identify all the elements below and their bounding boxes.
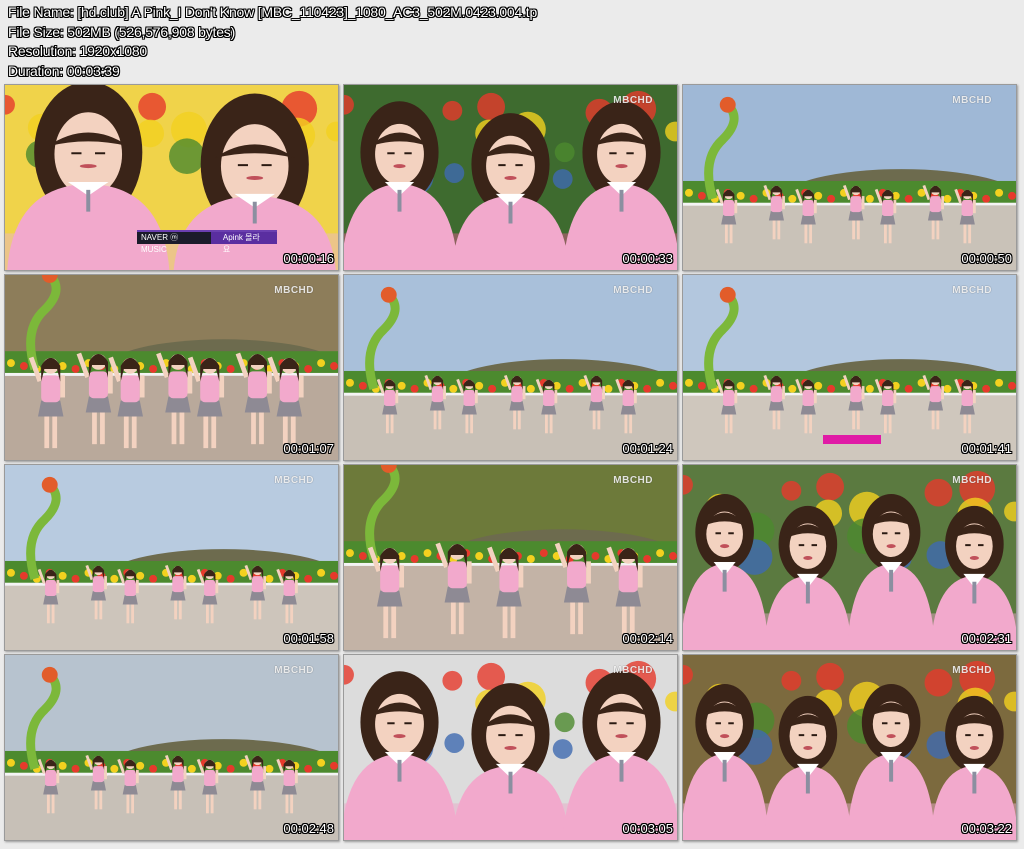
thumbnail-grid: NAVER ⓜ MUSIC Apink 몰라요 00:00:16 MBCHD 00:00… bbox=[4, 84, 1017, 841]
thumbnail-frame-image bbox=[683, 655, 1016, 840]
file-info-panel: File Name: [hd.club] A Pink_I Don't Know… bbox=[8, 3, 537, 81]
caption-left-text: NAVER ⓜ MUSIC bbox=[141, 233, 179, 254]
video-thumbnail[interactable]: MBCHD 00:01:41 bbox=[682, 274, 1017, 461]
thumbnail-timestamp: 00:03:05 bbox=[622, 821, 673, 836]
thumbnail-timestamp: 00:00:16 bbox=[283, 251, 334, 266]
thumbnail-timestamp: 00:00:33 bbox=[622, 251, 673, 266]
thumbnail-frame-image bbox=[5, 655, 338, 840]
caption-right-text: Apink 몰라요 bbox=[210, 232, 277, 254]
broadcaster-logo: MBCHD bbox=[952, 285, 992, 296]
video-thumbnail[interactable]: MBCHD 00:00:50 bbox=[682, 84, 1017, 271]
video-thumbnail[interactable]: MBCHD 00:01:24 bbox=[343, 274, 678, 461]
thumbnail-frame-image bbox=[5, 465, 338, 650]
thumbnail-timestamp: 00:01:58 bbox=[283, 631, 334, 646]
broadcaster-logo: MBCHD bbox=[274, 475, 314, 486]
thumbnail-timestamp: 00:00:50 bbox=[961, 251, 1012, 266]
video-thumbnail[interactable]: MBCHD 00:02:48 bbox=[4, 654, 339, 841]
thumbnail-frame-image bbox=[344, 655, 677, 840]
thumbnail-timestamp: 00:01:07 bbox=[283, 441, 334, 456]
thumbnail-frame-image bbox=[683, 275, 1016, 460]
broadcaster-logo: MBCHD bbox=[274, 285, 314, 296]
broadcaster-logo: MBCHD bbox=[613, 95, 653, 106]
file-name-text: File Name: [hd.club] A Pink_I Don't Know… bbox=[8, 4, 538, 20]
thumbnail-frame-image bbox=[344, 275, 677, 460]
contact-sheet: File Name: [hd.club] A Pink_I Don't Know… bbox=[0, 0, 1024, 849]
broadcaster-logo: MBCHD bbox=[952, 95, 992, 106]
duration-text: Duration: 00:03:39 bbox=[8, 62, 120, 79]
broadcaster-logo: MBCHD bbox=[274, 665, 314, 676]
video-thumbnail[interactable]: MBCHD 00:03:22 bbox=[682, 654, 1017, 841]
thumbnail-timestamp: 00:01:24 bbox=[622, 441, 673, 456]
broadcaster-logo: MBCHD bbox=[952, 665, 992, 676]
lyric-caption-bar bbox=[823, 435, 881, 444]
video-thumbnail[interactable]: NAVER ⓜ MUSIC Apink 몰라요 00:00:16 bbox=[4, 84, 339, 271]
thumbnail-timestamp: 00:02:48 bbox=[283, 821, 334, 836]
resolution-text: Resolution: 1920x1080 bbox=[8, 43, 148, 59]
video-thumbnail[interactable]: MBCHD 00:02:31 bbox=[682, 464, 1017, 651]
video-thumbnail[interactable]: MBCHD 00:01:07 bbox=[4, 274, 339, 461]
video-thumbnail[interactable]: MBCHD 00:02:14 bbox=[343, 464, 678, 651]
thumbnail-timestamp: 00:02:31 bbox=[961, 631, 1012, 646]
video-thumbnail[interactable]: MBCHD 00:03:05 bbox=[343, 654, 678, 841]
thumbnail-frame-image bbox=[683, 85, 1016, 270]
thumbnail-frame-image bbox=[344, 465, 677, 650]
thumbnail-frame-image bbox=[5, 275, 338, 460]
thumbnail-timestamp: 00:02:14 bbox=[622, 631, 673, 646]
broadcast-caption-bar: NAVER ⓜ MUSIC Apink 몰라요 bbox=[137, 230, 277, 254]
thumbnail-timestamp: 00:03:22 bbox=[961, 821, 1012, 836]
file-size-text: File Size: 502MB (526,576,908 bytes) bbox=[8, 23, 236, 40]
broadcaster-logo: MBCHD bbox=[613, 475, 653, 486]
broadcaster-logo: MBCHD bbox=[613, 665, 653, 676]
video-thumbnail[interactable]: MBCHD 00:01:58 bbox=[4, 464, 339, 651]
broadcaster-logo: MBCHD bbox=[613, 285, 653, 296]
thumbnail-frame-image bbox=[344, 85, 677, 270]
broadcaster-logo: MBCHD bbox=[952, 475, 992, 486]
thumbnail-timestamp: 00:01:41 bbox=[961, 441, 1012, 456]
video-thumbnail[interactable]: MBCHD 00:00:33 bbox=[343, 84, 678, 271]
thumbnail-frame-image bbox=[683, 465, 1016, 650]
